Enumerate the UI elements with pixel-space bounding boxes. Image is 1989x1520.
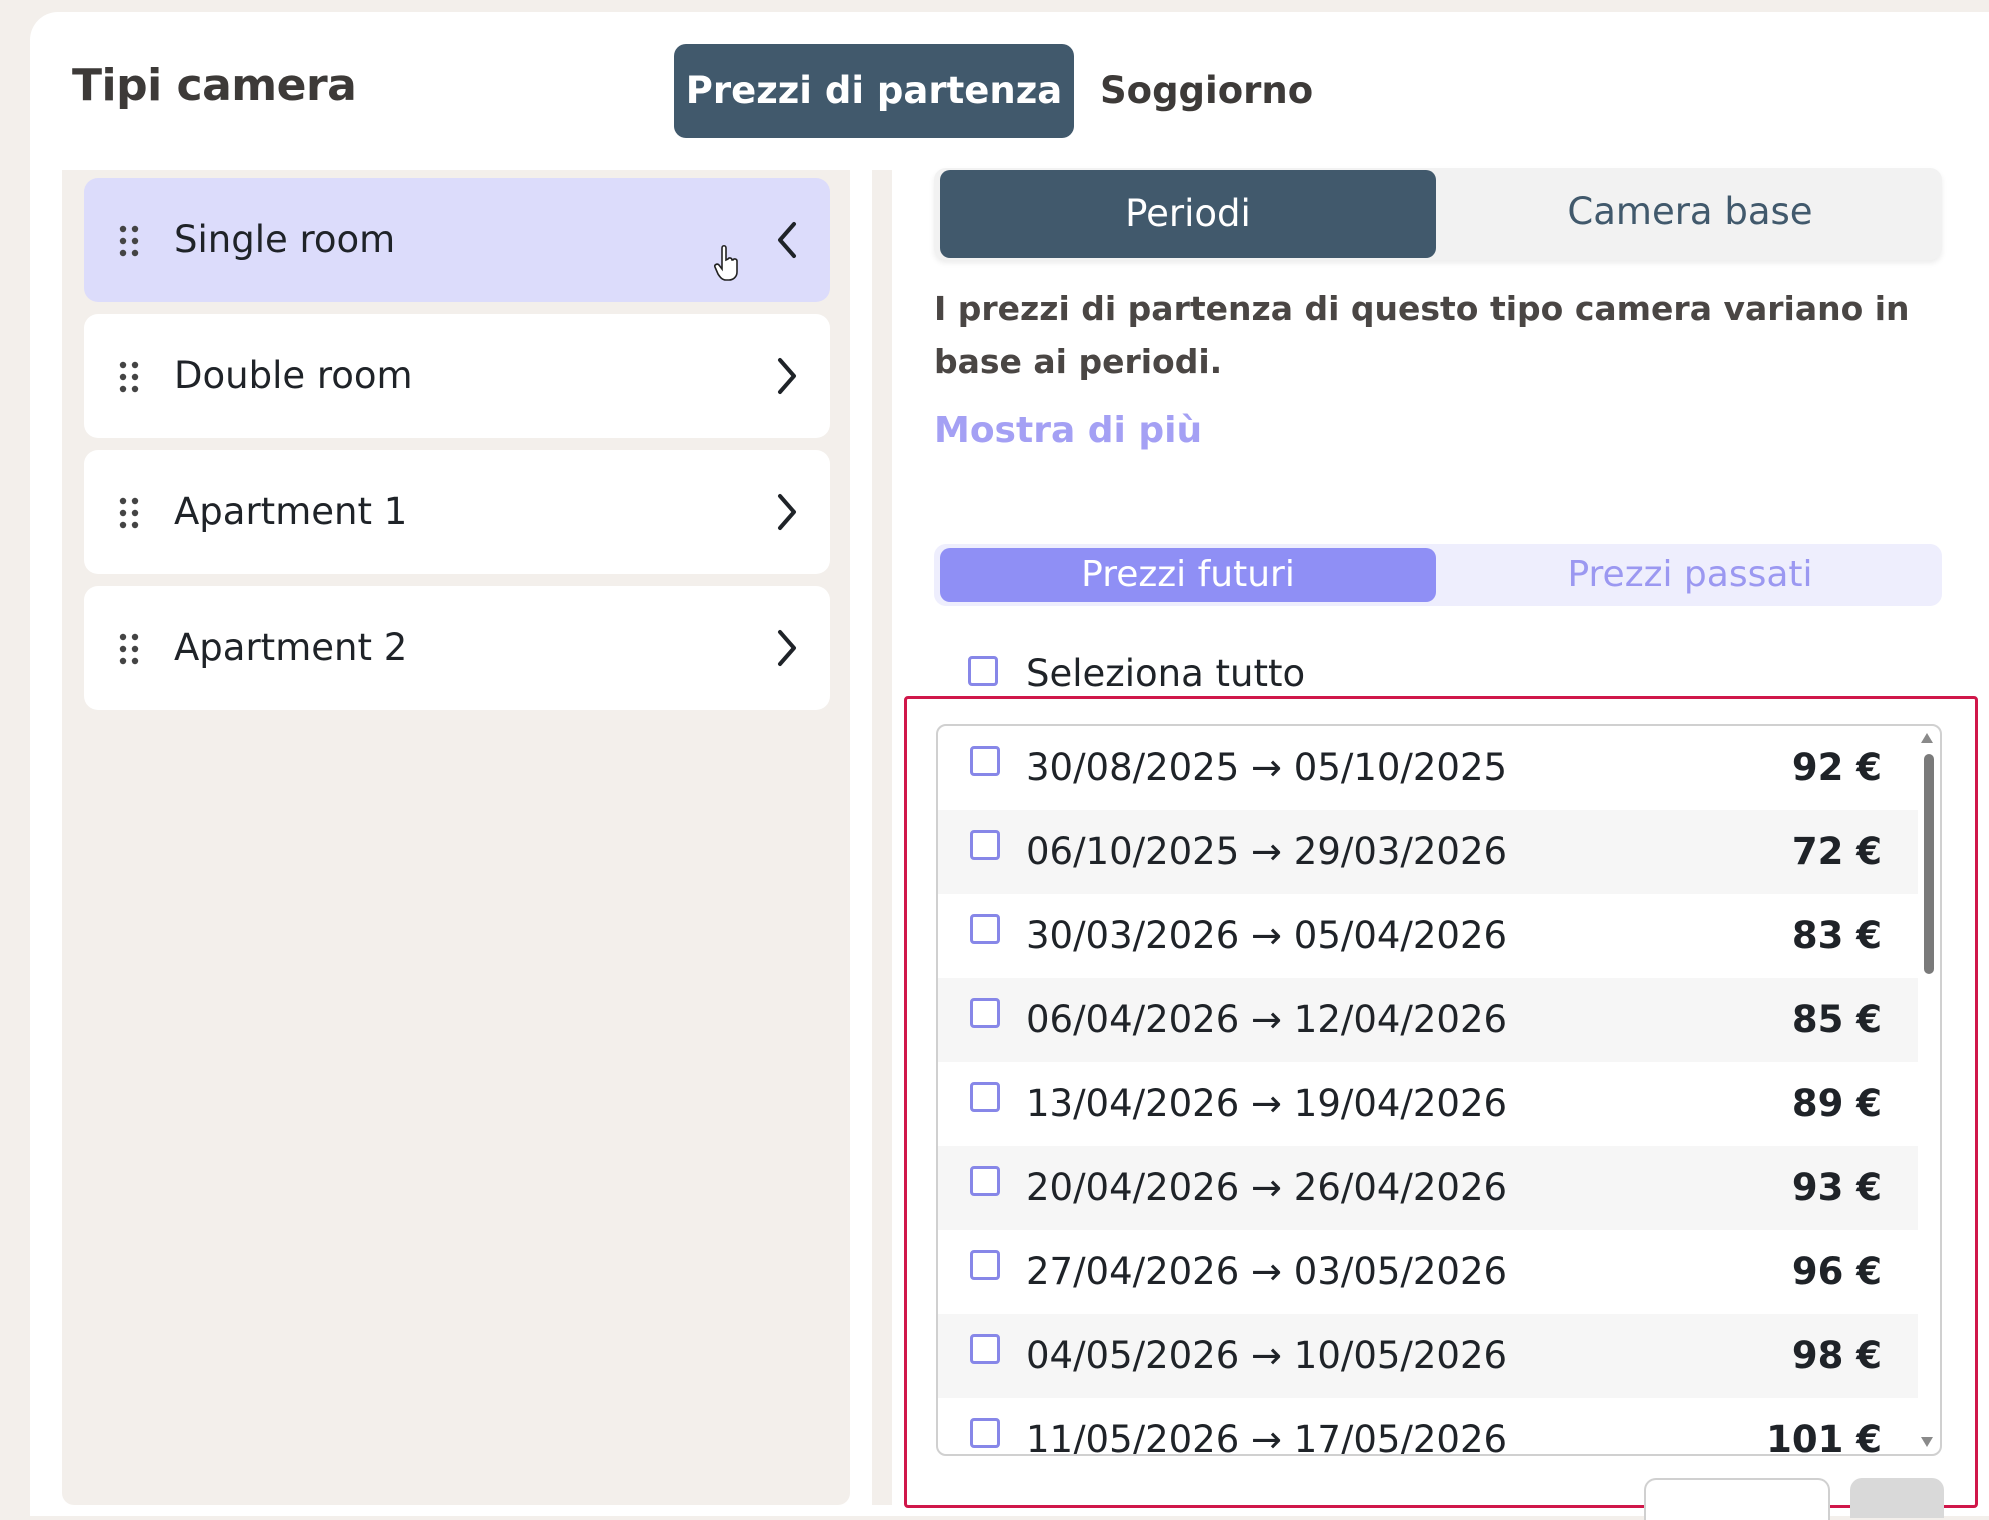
period-price: 92 € <box>1791 746 1882 789</box>
tab-prezzi-di-partenza[interactable]: Prezzi di partenza <box>674 44 1074 138</box>
secondary-action-button[interactable] <box>1644 1478 1830 1520</box>
hand-pointer-icon <box>714 244 738 281</box>
period-dates: 06/04/2026 → 12/04/2026 <box>1026 998 1508 1041</box>
room-item-single-room[interactable]: Single room <box>84 178 830 302</box>
list-item[interactable]: 04/05/2026 → 10/05/2026 98 € <box>938 1314 1918 1398</box>
row-checkbox[interactable] <box>970 1082 1000 1112</box>
row-checkbox[interactable] <box>970 1166 1000 1196</box>
period-price: 83 € <box>1791 914 1882 957</box>
drag-handle-icon[interactable] <box>118 360 140 394</box>
row-checkbox[interactable] <box>970 1250 1000 1280</box>
select-all-checkbox[interactable] <box>968 656 998 686</box>
mode-segmented-control: Periodi Camera base <box>934 168 1942 260</box>
tab-periodi[interactable]: Periodi <box>940 170 1436 258</box>
list-item[interactable]: 30/03/2026 → 05/04/2026 83 € <box>938 894 1918 978</box>
drag-handle-icon[interactable] <box>118 224 140 258</box>
scroll-down-icon[interactable] <box>1920 1436 1934 1448</box>
list-item[interactable]: 06/10/2025 → 29/03/2026 72 € <box>938 810 1918 894</box>
chevron-left-icon[interactable] <box>774 220 800 260</box>
room-item-double-room[interactable]: Double room <box>84 314 830 438</box>
tab-prezzi-passati[interactable]: Prezzi passati <box>1438 548 1942 602</box>
period-price: 89 € <box>1791 1082 1882 1125</box>
list-item[interactable]: 11/05/2026 → 17/05/2026 101 € <box>938 1398 1918 1456</box>
primary-action-button[interactable] <box>1850 1478 1944 1518</box>
panel-divider <box>872 170 892 1505</box>
room-label: Apartment 2 <box>174 626 408 669</box>
period-dates: 20/04/2026 → 26/04/2026 <box>1026 1166 1508 1209</box>
row-checkbox[interactable] <box>970 746 1000 776</box>
page-title: Tipi camera <box>72 60 357 111</box>
select-all-label: Seleziona tutto <box>1026 652 1306 695</box>
room-item-apartment-2[interactable]: Apartment 2 <box>84 586 830 710</box>
list-item[interactable]: 20/04/2026 → 26/04/2026 93 € <box>938 1146 1918 1230</box>
row-checkbox[interactable] <box>970 914 1000 944</box>
show-more-link[interactable]: Mostra di più <box>934 410 1202 451</box>
period-price: 72 € <box>1791 830 1882 873</box>
row-checkbox[interactable] <box>970 1334 1000 1364</box>
period-price: 93 € <box>1791 1166 1882 1209</box>
list-scrollbar[interactable] <box>1916 726 1940 1454</box>
chevron-right-icon[interactable] <box>774 628 800 668</box>
row-checkbox[interactable] <box>970 1418 1000 1448</box>
period-dates: 27/04/2026 → 03/05/2026 <box>1026 1250 1508 1293</box>
drag-handle-icon[interactable] <box>118 496 140 530</box>
period-price: 85 € <box>1791 998 1882 1041</box>
list-item[interactable]: 27/04/2026 → 03/05/2026 96 € <box>938 1230 1918 1314</box>
list-item[interactable]: 30/08/2025 → 05/10/2025 92 € <box>938 726 1918 810</box>
period-price-list[interactable]: 30/08/2025 → 05/10/2025 92 € 06/10/2025 … <box>936 724 1942 1456</box>
row-checkbox[interactable] <box>970 830 1000 860</box>
period-dates: 06/10/2025 → 29/03/2026 <box>1026 830 1508 873</box>
description-text: I prezzi di partenza di questo tipo came… <box>934 289 1910 381</box>
room-label: Single room <box>174 218 396 261</box>
scroll-thumb[interactable] <box>1924 754 1934 974</box>
tab-prezzi-futuri[interactable]: Prezzi futuri <box>940 548 1436 602</box>
tab-camera-base[interactable]: Camera base <box>1438 168 1942 256</box>
room-type-list: Single room Double room Apartment 1 Apar… <box>62 170 850 1505</box>
list-item[interactable]: 06/04/2026 → 12/04/2026 85 € <box>938 978 1918 1062</box>
period-price: 96 € <box>1791 1250 1882 1293</box>
room-label: Double room <box>174 354 413 397</box>
period-dates: 30/08/2025 → 05/10/2025 <box>1026 746 1508 789</box>
price-segmented-control: Prezzi futuri Prezzi passati <box>934 544 1942 606</box>
period-dates: 11/05/2026 → 17/05/2026 <box>1026 1418 1508 1456</box>
room-label: Apartment 1 <box>174 490 408 533</box>
row-checkbox[interactable] <box>970 998 1000 1028</box>
period-dates: 30/03/2026 → 05/04/2026 <box>1026 914 1508 957</box>
chevron-right-icon[interactable] <box>774 492 800 532</box>
room-item-apartment-1[interactable]: Apartment 1 <box>84 450 830 574</box>
period-dates: 13/04/2026 → 19/04/2026 <box>1026 1082 1508 1125</box>
chevron-right-icon[interactable] <box>774 356 800 396</box>
period-dates: 04/05/2026 → 10/05/2026 <box>1026 1334 1508 1377</box>
period-price: 98 € <box>1791 1334 1882 1377</box>
drag-handle-icon[interactable] <box>118 632 140 666</box>
tab-soggiorno-minimo[interactable]: Soggiorno minimo <box>1100 44 1460 206</box>
scroll-up-icon[interactable] <box>1920 732 1934 744</box>
period-price: 101 € <box>1766 1418 1882 1456</box>
list-item[interactable]: 13/04/2026 → 19/04/2026 89 € <box>938 1062 1918 1146</box>
